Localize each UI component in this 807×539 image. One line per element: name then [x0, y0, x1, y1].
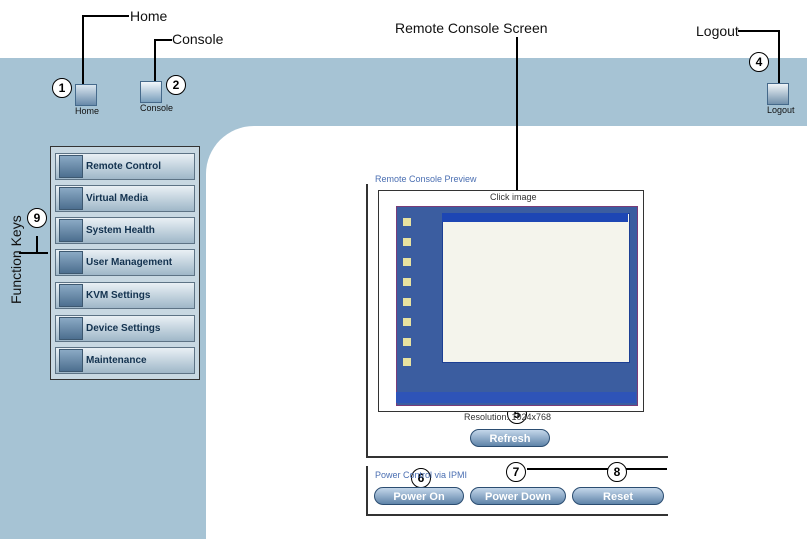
wrench-icon	[59, 349, 83, 372]
keyboard-icon	[59, 284, 83, 307]
power-control-title: Power Control via IPMI	[375, 470, 468, 480]
callout-home: Home	[130, 8, 168, 24]
sidebar-item-label: Virtual Media	[86, 193, 149, 204]
sidebar-item-remote-control[interactable]: Remote Control	[55, 153, 195, 180]
console-icon	[140, 81, 162, 103]
remote-window	[442, 213, 630, 363]
callout-number: 2	[166, 75, 186, 95]
sidebar-item-user-management[interactable]: User Management	[55, 249, 195, 276]
sidebar-item-label: Remote Control	[86, 161, 161, 172]
callout-number: 1	[52, 78, 72, 98]
desktop-icon	[403, 298, 411, 306]
monitor-icon	[59, 155, 83, 178]
remote-window-title	[442, 213, 628, 222]
callout-number: 4	[749, 52, 769, 72]
desktop-icon	[403, 218, 411, 226]
health-icon	[59, 219, 83, 242]
home-icon	[75, 84, 97, 106]
gear-icon	[59, 317, 83, 340]
sidebar-item-virtual-media[interactable]: Virtual Media	[55, 185, 195, 212]
remote-taskbar	[396, 392, 636, 403]
desktop-icon	[403, 258, 411, 266]
sidebar-item-label: User Management	[86, 257, 173, 268]
power-down-button[interactable]: Power Down	[470, 487, 566, 505]
callout-remote-console-screen: Remote Console Screen	[395, 20, 548, 36]
function-keys-sidebar: Remote Control Virtual Media System Heal…	[50, 146, 200, 380]
desktop-icon	[403, 238, 411, 246]
callout-logout: Logout	[696, 23, 739, 39]
sidebar-item-maintenance[interactable]: Maintenance	[55, 347, 195, 374]
logout-label: Logout	[767, 105, 795, 115]
desktop-icon	[403, 338, 411, 346]
power-on-button[interactable]: Power On	[374, 487, 464, 505]
disc-icon	[59, 187, 83, 210]
callout-function-keys: Function Keys	[8, 215, 24, 304]
desktop-icon	[403, 318, 411, 326]
reset-button[interactable]: Reset	[572, 487, 664, 505]
callout-console: Console	[172, 31, 224, 47]
sidebar-item-system-health[interactable]: System Health	[55, 217, 195, 244]
resolution-text: Resolution: 1024x768	[464, 412, 552, 422]
desktop-icon	[403, 278, 411, 286]
refresh-button[interactable]: Refresh	[470, 429, 550, 447]
sidebar-item-device-settings[interactable]: Device Settings	[55, 315, 195, 342]
users-icon	[59, 251, 83, 274]
preview-caption: Click image	[490, 192, 537, 202]
home-label: Home	[75, 106, 100, 116]
sidebar-item-label: System Health	[86, 225, 155, 236]
sidebar-item-label: Maintenance	[86, 355, 147, 366]
sidebar-item-label: KVM Settings	[86, 290, 151, 301]
desktop-icon	[403, 358, 411, 366]
logout-button[interactable]: Logout	[767, 83, 795, 115]
home-button[interactable]: Home	[75, 84, 99, 116]
preview-title: Remote Console Preview	[375, 174, 477, 184]
sidebar-item-kvm-settings[interactable]: KVM Settings	[55, 282, 195, 309]
sidebar-item-label: Device Settings	[86, 323, 161, 334]
console-label: Console	[140, 103, 174, 113]
callout-number: 9	[27, 208, 47, 228]
logout-icon	[767, 83, 789, 105]
